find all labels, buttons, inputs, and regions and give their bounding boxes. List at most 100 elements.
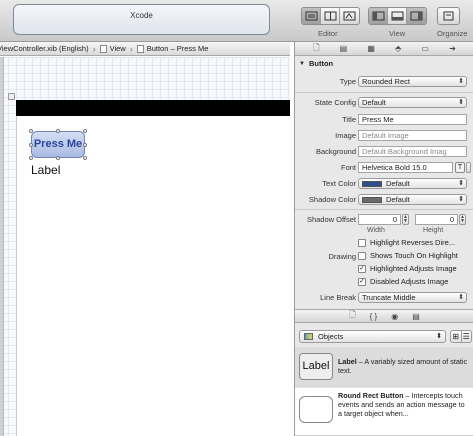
quick-help-icon[interactable]: ▤ (340, 44, 348, 53)
shadow-height-stepper[interactable]: ▲ ▼ (459, 214, 466, 225)
dock-divider[interactable] (0, 57, 4, 436)
jumpbar-crumb-view[interactable]: View › (96, 44, 133, 54)
library-item[interactable]: Label Label – A variably sized amount of… (295, 347, 473, 387)
resize-handle[interactable] (29, 129, 33, 133)
highlighted-adjusts-checkbox[interactable]: ✓ Highlighted Adjusts Image (358, 264, 457, 273)
font-field[interactable]: Helvetica Bold 15.0 (358, 162, 453, 173)
disabled-adjusts-checkbox[interactable]: ✓ Disabled Adjusts Image (358, 277, 448, 286)
resize-handle[interactable] (83, 129, 87, 133)
resize-handle[interactable] (56, 156, 60, 160)
library-item-description: Round Rect Button – Intercepts touch eve… (338, 391, 469, 418)
organizer-button[interactable] (437, 7, 460, 25)
state-config-popup[interactable]: Default ⬍ (358, 97, 467, 108)
font-label: Font (340, 163, 356, 172)
library-item[interactable]: Round Rect Button – Intercepts touch eve… (295, 388, 473, 436)
shadow-color-popup[interactable]: Default ⬍ (358, 194, 467, 205)
file-template-library-icon[interactable]: 🗋 (349, 309, 355, 323)
version-editor-icon[interactable] (340, 8, 359, 24)
assistant-editor-icon[interactable] (321, 8, 340, 24)
library-item-text: – A variably sized amount of static text… (338, 357, 468, 375)
connections-inspector-icon[interactable]: ➜ (449, 44, 456, 53)
library-item-description: Label – A variably sized amount of stati… (338, 357, 469, 375)
file-inspector-icon[interactable]: 🗋 (313, 42, 319, 56)
disclosure-triangle-icon[interactable]: ▼ (299, 61, 305, 67)
jumpbar-crumb-button[interactable]: Button – Press Me (133, 44, 209, 53)
editor-label: Editor (318, 29, 338, 38)
shows-touch-checkbox[interactable]: Shows Touch On Highlight (358, 251, 458, 260)
text-color-popup[interactable]: Default ⬍ (358, 178, 467, 189)
popup-arrows-icon: ⬍ (458, 78, 464, 85)
popup-arrows-icon: ⬍ (458, 180, 464, 187)
height-sublabel: Height (423, 227, 444, 234)
font-size-stepper[interactable] (466, 162, 471, 173)
line-break-label: Line Break (320, 293, 356, 302)
background-label: Background (315, 147, 356, 156)
line-break-value: Truncate Middle (362, 293, 416, 302)
type-popup[interactable]: Rounded Rect ⬍ (358, 76, 467, 87)
list-view-icon[interactable]: ☰ (462, 331, 472, 342)
shadow-width-field[interactable]: 0 (358, 214, 401, 225)
standard-editor-icon[interactable] (302, 8, 321, 24)
press-me-button[interactable]: Press Me (31, 131, 85, 158)
checkmark-icon[interactable]: ✓ (358, 264, 366, 273)
highlight-reverses-label: Highlight Reverses Dire... (370, 238, 456, 247)
organizer-icon[interactable] (438, 8, 459, 24)
library-filter-value: Objects (318, 332, 344, 341)
popup-arrows-icon: ⬍ (436, 333, 442, 340)
navigator-toggle-icon[interactable] (369, 8, 388, 24)
media-library-icon[interactable]: ▤ (412, 312, 420, 321)
resize-handle[interactable] (29, 156, 33, 160)
line-break-popup[interactable]: Truncate Middle ⬍ (358, 292, 467, 303)
library-filter-popup[interactable]: Objects ⬍ (299, 330, 446, 343)
jumpbar-view-label: View (109, 44, 126, 53)
text-color-swatch (362, 181, 382, 188)
background-combo[interactable]: Default Background Imag (358, 146, 467, 157)
shadow-width-stepper[interactable]: ▲ ▼ (402, 214, 409, 225)
shadow-color-swatch (362, 197, 382, 204)
jumpbar-button-label: Button – Press Me (146, 44, 209, 53)
resize-handle[interactable] (56, 129, 60, 133)
label-element[interactable]: Label (31, 163, 60, 177)
state-config-value: Default (362, 98, 386, 107)
library-item-name: Label (338, 357, 357, 366)
identity-inspector-icon[interactable]: ▦ (367, 44, 375, 53)
label-thumbnail: Label (299, 353, 333, 380)
section-header-button[interactable]: ▼ Button (295, 58, 473, 69)
checkbox-box[interactable] (358, 238, 366, 247)
library-tabs: 🗋 { } ◉ ▤ (295, 309, 473, 323)
drawing-label: Drawing (328, 252, 356, 261)
shadow-color-value: Default (386, 195, 410, 204)
jumpbar-crumb-file[interactable]: ViewController.xib (English) › (0, 44, 96, 54)
debug-area-toggle-icon[interactable] (388, 8, 407, 24)
width-sublabel: Width (367, 227, 385, 234)
popup-arrows-icon: ⬍ (458, 294, 464, 301)
type-value: Rounded Rect (362, 77, 410, 86)
size-inspector-icon[interactable]: ▭ (421, 44, 429, 53)
disabled-adjusts-label: Disabled Adjusts Image (370, 277, 449, 286)
resize-handle[interactable] (83, 143, 87, 147)
checkmark-icon[interactable]: ✓ (358, 277, 366, 286)
scene-handle[interactable] (8, 93, 15, 100)
title-label: Title (342, 115, 356, 124)
object-library-icon[interactable]: ◉ (391, 312, 398, 321)
utilities-toggle-icon[interactable] (407, 8, 426, 24)
shadow-color-label: Shadow Color (308, 195, 356, 204)
checkbox-box[interactable] (358, 251, 366, 260)
resize-handle[interactable] (29, 143, 33, 147)
image-combo[interactable]: Default Image (358, 130, 467, 141)
icon-view-icon[interactable]: ⊞ (451, 331, 462, 342)
code-snippet-library-icon[interactable]: { } (370, 312, 378, 321)
highlight-reverses-checkbox[interactable]: Highlight Reverses Dire... (358, 238, 455, 247)
resize-handle[interactable] (83, 156, 87, 160)
editor-segmented-control[interactable] (301, 7, 360, 25)
title-field[interactable]: Press Me (358, 114, 467, 125)
inspector-tabs: 🗋 ▤ ▦ ⬘ ▭ ➜ (295, 42, 473, 56)
state-config-label: State Config (314, 98, 356, 107)
library-view-toggle[interactable]: ⊞ ☰ (450, 330, 472, 343)
attributes-inspector-icon[interactable]: ⬘ (395, 44, 401, 53)
shadow-height-field[interactable]: 0 (415, 214, 458, 225)
font-picker-icon[interactable]: T (455, 162, 465, 173)
library-item-name: Round Rect Button (338, 391, 404, 400)
text-color-label: Text Color (322, 179, 356, 188)
view-segmented-control[interactable] (368, 7, 427, 25)
